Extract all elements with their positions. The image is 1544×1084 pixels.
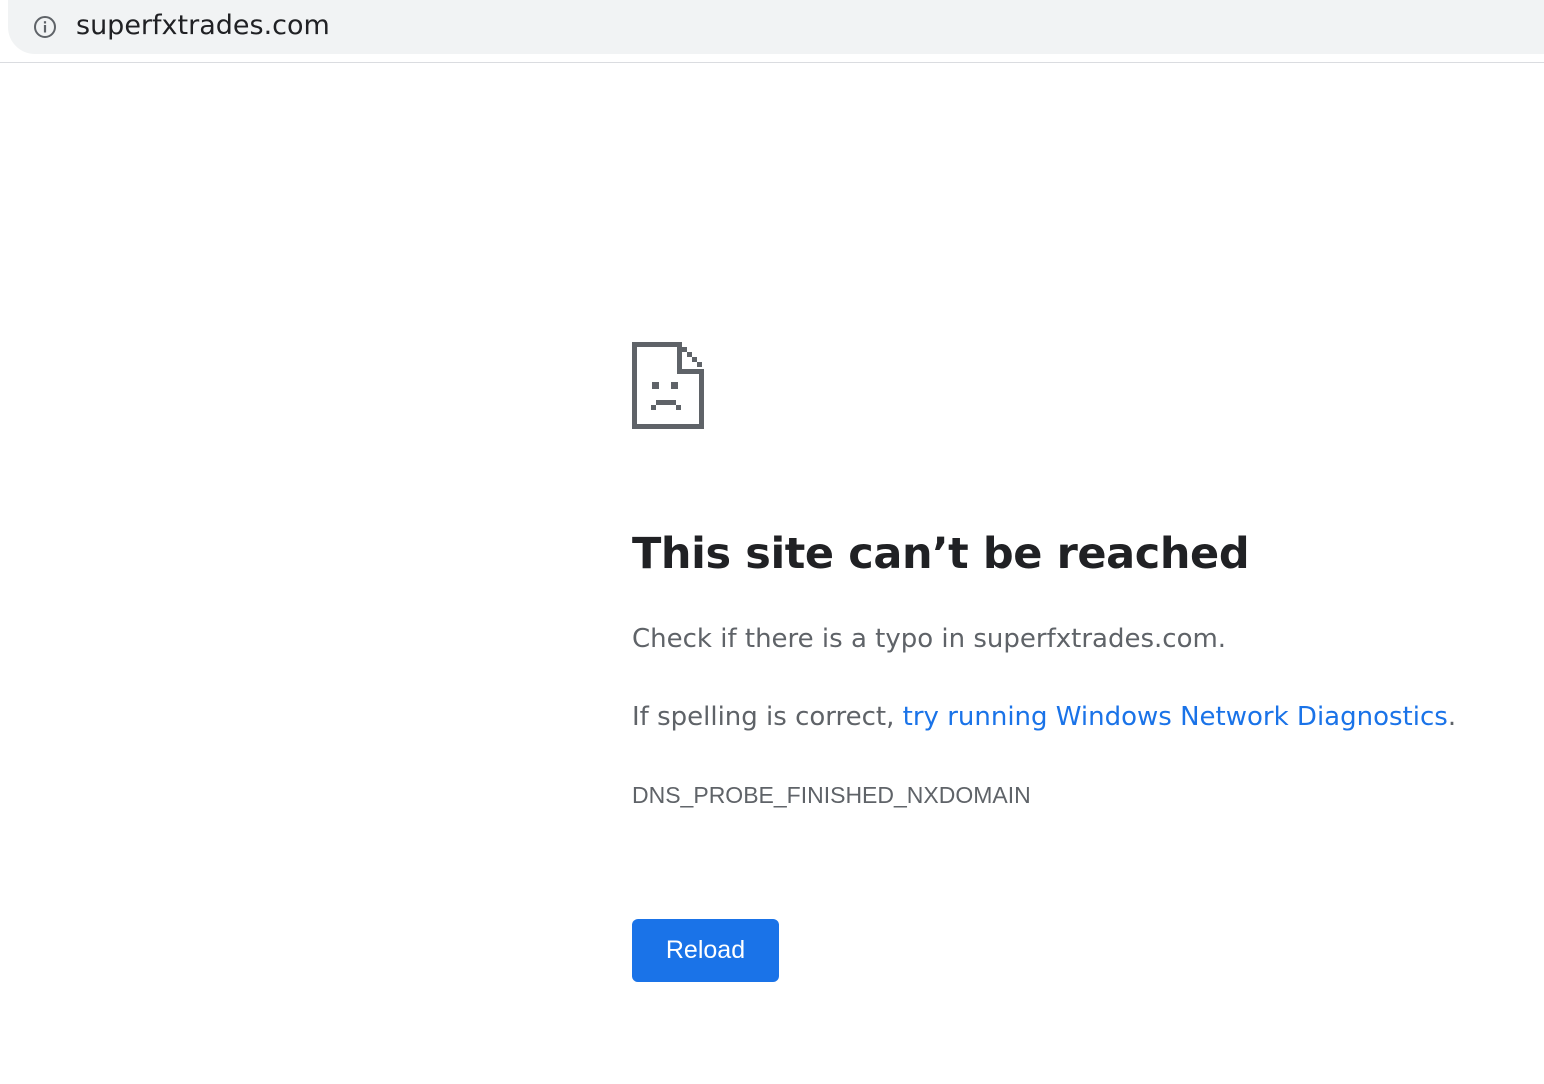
url-text[interactable]: superfxtrades.com [76,9,330,43]
sad-page-icon [632,342,704,429]
toolbar-divider [0,62,1544,63]
spelling-hint: If spelling is correct, try running Wind… [632,699,1456,735]
spelling-hint-suffix: . [1447,702,1457,732]
reload-button[interactable]: Reload [632,919,779,982]
spelling-hint-prefix: If spelling is correct, [632,702,903,732]
info-icon[interactable] [33,15,57,39]
error-title: This site can’t be reached [632,529,1250,579]
network-diagnostics-link[interactable]: try running Windows Network Diagnostics [903,702,1448,732]
typo-hint: Check if there is a typo in superfxtrade… [632,624,1227,654]
error-code: DNS_PROBE_FINISHED_NXDOMAIN [632,782,1031,808]
